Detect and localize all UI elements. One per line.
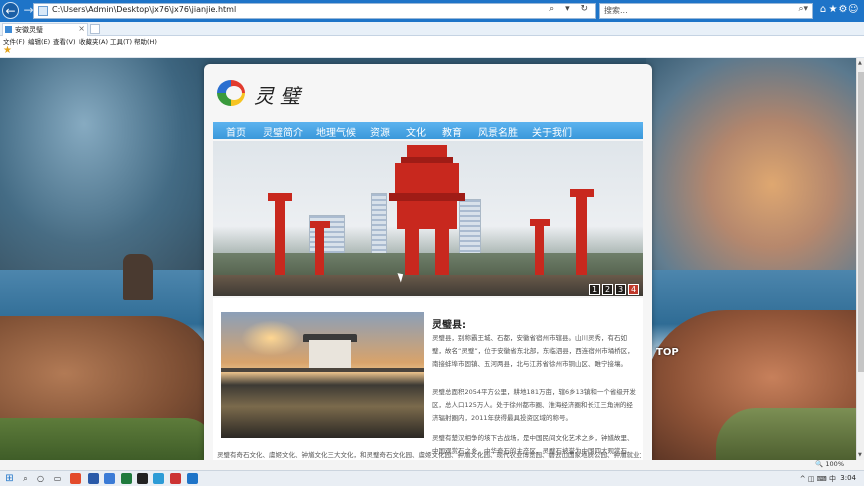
zoom-level[interactable]: 🔍 100% (815, 460, 844, 468)
scroll-up-icon[interactable]: ▲ (858, 60, 862, 66)
excel-app-icon[interactable] (121, 473, 132, 484)
article-title: 灵璧县: (432, 320, 466, 331)
address-text[interactable]: C:\Users\Admin\Desktop\jx76\jx76\jianjie… (52, 5, 236, 14)
chrome-app-icon[interactable] (70, 473, 81, 484)
home-icon[interactable]: ⌂ (818, 4, 828, 15)
red-pillar (315, 227, 324, 277)
search-placeholder: 搜索... (604, 6, 628, 15)
sculpture-top (407, 145, 447, 157)
search-input[interactable]: 搜索... ⌕▾ (599, 3, 813, 19)
tab-strip: 安徽灵璧 × (0, 22, 864, 36)
windows-start-icon[interactable]: ⊞ (4, 473, 15, 484)
task-view-icon[interactable]: ▭ (52, 473, 63, 484)
tab-close-icon[interactable]: × (78, 24, 85, 33)
nav-scenery[interactable]: 风景名胜 (478, 124, 518, 139)
red-pillar (535, 225, 544, 277)
site-nav: 首页 灵璧简介 地理气候 资源 文化 教育 风景名胜 关于我们 (213, 122, 643, 139)
menu-view[interactable]: 查看(V) (53, 36, 76, 46)
menu-help[interactable]: 帮助(H) (134, 36, 157, 46)
intro-photo (221, 312, 424, 438)
background-grass-left (0, 418, 215, 460)
sculpture-leg (405, 229, 419, 277)
nav-about[interactable]: 关于我们 (532, 124, 572, 139)
photo-bridge (221, 368, 424, 372)
folder-app-icon[interactable] (104, 473, 115, 484)
cortana-icon[interactable]: ○ (35, 473, 46, 484)
gear-icon[interactable]: ⚙ (838, 4, 848, 15)
sculpture-band (389, 193, 465, 201)
article-paragraph: 灵璧总面积2054平方公里，耕地181万亩，辖6乡13镇和一个省级开发区，总人口… (432, 388, 636, 422)
background-sunset (646, 58, 856, 288)
address-field[interactable]: C:\Users\Admin\Desktop\jx76\jx76\jianjie… (33, 3, 596, 19)
nav-education[interactable]: 教育 (442, 124, 462, 139)
add-favorite-star-icon[interactable]: ★ (3, 45, 12, 56)
smiley-icon[interactable]: ☺ (848, 4, 858, 15)
new-tab-button[interactable] (90, 24, 100, 34)
tab-current[interactable]: 安徽灵璧 × (2, 23, 88, 36)
article-footer-line: 灵璧有奇石文化、虞姬文化、钟馗文化三大文化，和灵璧奇石文化园、虞姬文化园、钟馗文… (217, 451, 641, 459)
red-pillar (275, 199, 285, 277)
taskbar-search-icon[interactable]: ⌕ (20, 473, 31, 484)
background-sea-stack (123, 254, 153, 300)
banner-page-button[interactable]: 3 (615, 284, 626, 295)
nav-home[interactable]: 首页 (226, 124, 246, 139)
favorites-star-icon[interactable]: ★ (828, 4, 838, 15)
sculpture-body (397, 201, 457, 229)
site-logo-icon[interactable] (217, 80, 245, 106)
word-app-icon[interactable] (88, 473, 99, 484)
menu-bar: 文件(F) 编辑(E) 查看(V) 收藏夹(A) 工具(T) 帮助(H) (0, 36, 864, 46)
system-tray[interactable]: ^ ◫ ⌨ 中 (800, 474, 836, 484)
article-paragraph: 灵璧县，别称霸王城、石都，安徽省宿州市辖县。山川灵秀，有石如璧，故名“灵璧”，位… (432, 334, 634, 368)
refresh-icon[interactable]: ⌕ ▾ ↻ (549, 4, 592, 14)
terminal-app-icon[interactable] (137, 473, 148, 484)
intro-section: 灵璧县: 灵璧县，别称霸王城、石都，安徽省宿州市辖县。山川灵秀，有石如璧，故名“… (213, 298, 643, 460)
tab-title: 安徽灵璧 (15, 26, 43, 34)
tab-favicon-icon (5, 26, 12, 33)
menu-edit[interactable]: 编辑(E) (28, 36, 50, 46)
sculpture-leg (435, 229, 449, 277)
taskbar: ⊞ ⌕ ○ ▭ ^ ◫ ⌨ 中 3:04 (0, 470, 864, 486)
background-clouds (0, 58, 210, 278)
search-icon[interactable]: ⌕▾ (798, 4, 808, 14)
taskbar-clock[interactable]: 3:04 (840, 474, 856, 482)
scroll-down-icon[interactable]: ▼ (858, 452, 862, 458)
app-icon[interactable] (170, 473, 181, 484)
browser-viewport: 灵璧 首页 灵璧简介 地理气候 资源 文化 教育 风景名胜 关于我们 1 2 3… (0, 58, 856, 460)
photo-pavilion (309, 340, 351, 368)
scroll-thumb[interactable] (858, 72, 864, 372)
menu-favorites[interactable]: 收藏夹(A) (79, 36, 108, 46)
site-logo-text: 灵璧 (254, 84, 306, 108)
banner-plaza (213, 275, 643, 296)
toolbar-icons: ⌂ ★⚙☺ (818, 4, 864, 18)
app-icon[interactable] (153, 473, 164, 484)
banner-pager: 1234 (587, 282, 639, 295)
background-grass-right (716, 408, 856, 460)
nav-intro[interactable]: 灵璧简介 (263, 124, 303, 139)
favorites-bar: ★ (0, 45, 864, 58)
site-page: 灵璧 首页 灵璧简介 地理气候 资源 文化 教育 风景名胜 关于我们 1 2 3… (204, 64, 652, 460)
sculpture-body (395, 163, 459, 193)
status-bar: 🔍 100% (0, 460, 864, 470)
vertical-scrollbar[interactable]: ▲ ▼ (856, 58, 864, 460)
back-button[interactable]: ← (2, 2, 19, 19)
banner-page-button[interactable]: 4 (628, 284, 639, 295)
nav-geography[interactable]: 地理气候 (316, 124, 356, 139)
banner-page-button[interactable]: 2 (602, 284, 613, 295)
ie-app-icon[interactable] (187, 473, 198, 484)
back-to-top-link[interactable]: TOP (656, 347, 679, 358)
photo-sun (241, 320, 301, 356)
address-bar-row: ← → C:\Users\Admin\Desktop\jx76\jx76\jia… (0, 0, 864, 22)
menu-tools[interactable]: 工具(T) (110, 36, 132, 46)
banner-page-button[interactable]: 1 (589, 284, 600, 295)
page-icon (38, 6, 48, 16)
banner-slideshow[interactable]: 1234 (213, 141, 643, 296)
nav-culture[interactable]: 文化 (406, 124, 426, 139)
nav-resources[interactable]: 资源 (370, 124, 390, 139)
red-pillar (576, 195, 587, 277)
